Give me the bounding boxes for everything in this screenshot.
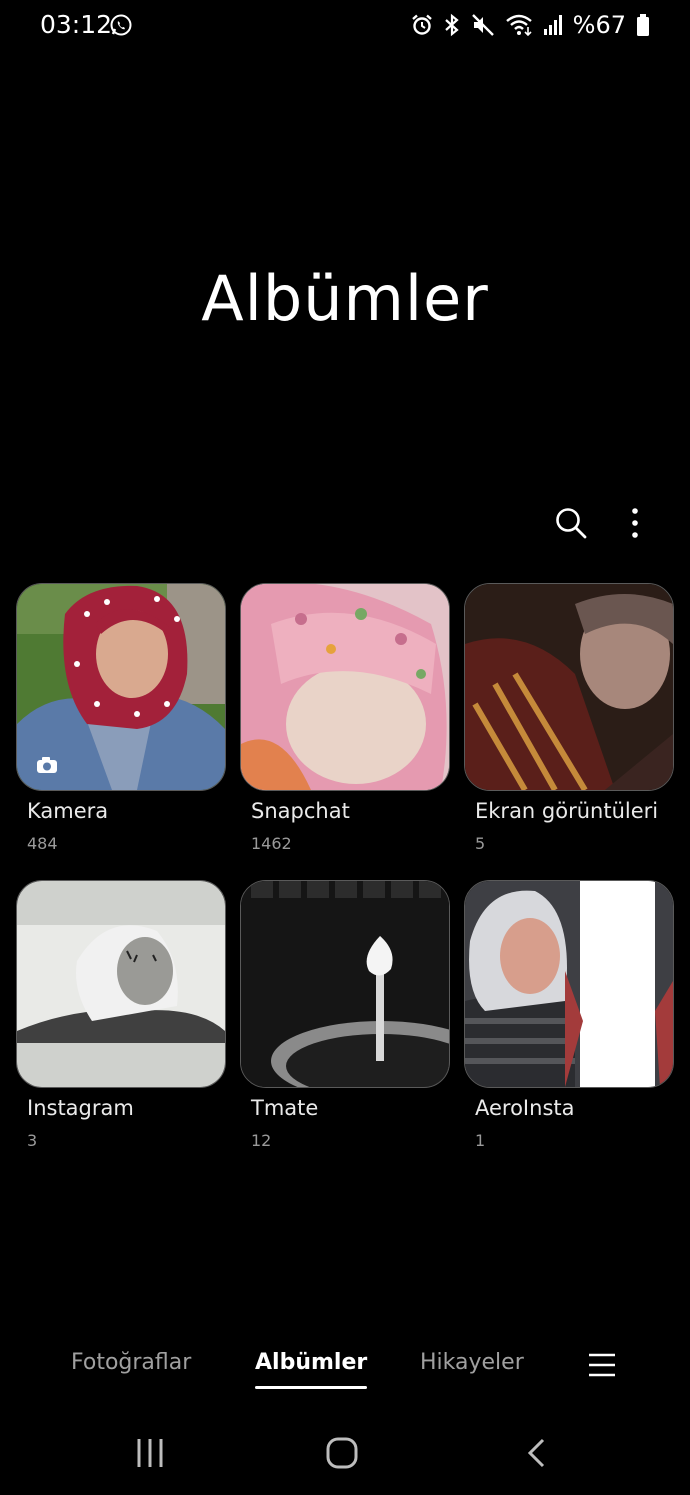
hamburger-menu-icon[interactable] [588, 1352, 616, 1378]
tab-photos[interactable]: Fotoğraflar [71, 1350, 191, 1375]
album-card[interactable]: Ekran görüntüleri 5 [464, 583, 674, 853]
album-card[interactable]: AeroInsta 1 [464, 880, 674, 1150]
tab-albums-label: Albümler [255, 1350, 368, 1375]
album-thumbnail[interactable] [240, 880, 450, 1088]
album-name: Ekran görüntüleri [475, 799, 659, 823]
album-name: Tmate [251, 1096, 319, 1120]
whatsapp-icon [110, 14, 132, 36]
back-icon[interactable] [525, 1437, 547, 1469]
system-nav-bar [0, 1420, 690, 1495]
alarm-icon [411, 14, 432, 35]
album-name: Instagram [27, 1096, 134, 1120]
album-count: 3 [27, 1131, 38, 1150]
album-thumbnail[interactable] [464, 880, 674, 1088]
wifi-icon [505, 14, 532, 37]
bluetooth-icon [444, 13, 459, 37]
album-count: 1462 [251, 834, 292, 853]
album-thumbnail[interactable] [240, 583, 450, 791]
album-card[interactable]: Tmate 12 [240, 880, 450, 1150]
search-icon[interactable] [554, 506, 588, 540]
recent-apps-icon[interactable] [135, 1437, 165, 1469]
tab-albums[interactable]: Albümler [255, 1350, 368, 1389]
album-name: Kamera [27, 799, 109, 823]
album-thumbnail[interactable] [464, 583, 674, 791]
camera-badge-icon [37, 757, 57, 773]
album-thumbnail[interactable] [16, 583, 226, 791]
more-options-icon[interactable] [620, 506, 650, 540]
album-thumbnail[interactable] [16, 880, 226, 1088]
active-tab-indicator [255, 1386, 368, 1389]
album-card[interactable]: Instagram 3 [16, 880, 226, 1150]
tab-stories[interactable]: Hikayeler [420, 1350, 524, 1375]
album-count: 5 [475, 834, 486, 853]
album-name: AeroInsta [475, 1096, 575, 1120]
album-name: Snapchat [251, 799, 350, 823]
album-card[interactable]: Kamera 484 [16, 583, 226, 853]
battery-percent: %67 [572, 11, 626, 39]
status-time: 03:12 [40, 10, 113, 39]
home-icon[interactable] [326, 1437, 358, 1469]
status-bar: 03:12 %67 [0, 0, 690, 52]
page-title: Albümler [201, 262, 489, 335]
album-count: 12 [251, 1131, 272, 1150]
bottom-nav: Fotoğraflar Albümler Hikayeler [0, 1340, 690, 1400]
album-card[interactable]: Snapchat 1462 [240, 583, 450, 853]
mute-icon [471, 14, 494, 36]
album-count: 484 [27, 834, 58, 853]
signal-icon [543, 15, 562, 35]
album-count: 1 [475, 1131, 486, 1150]
status-icons: %67 [411, 11, 650, 39]
battery-icon [637, 14, 649, 36]
